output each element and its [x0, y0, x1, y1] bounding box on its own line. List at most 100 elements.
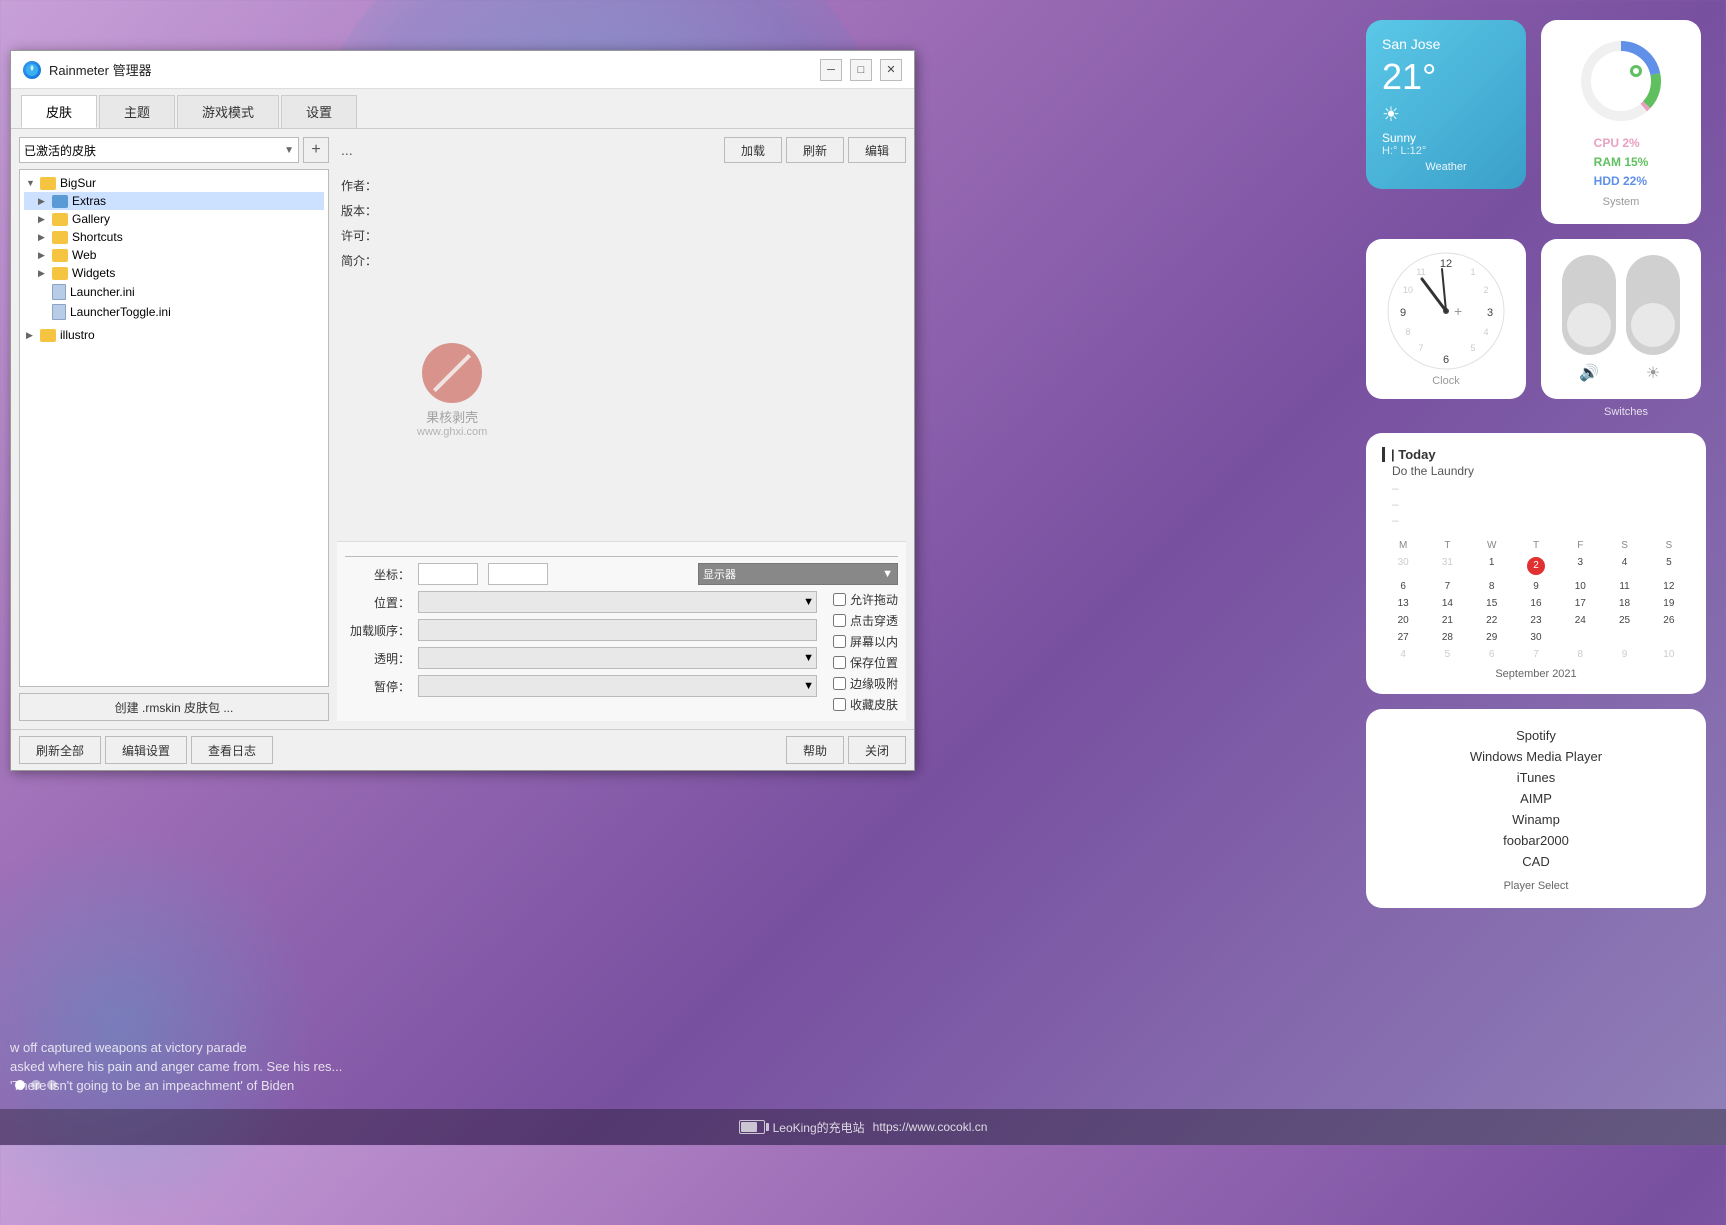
tree-item-illustro[interactable]: ▶ illustro: [24, 326, 324, 344]
position-select[interactable]: ▼: [418, 591, 817, 613]
player-aimp[interactable]: AIMP: [1382, 788, 1690, 809]
coord-y-input[interactable]: [488, 563, 548, 585]
plus-icon: +: [311, 141, 320, 159]
weather-condition: Sunny: [1382, 131, 1510, 145]
edit-settings-button[interactable]: 编辑设置: [105, 736, 187, 764]
dot-1[interactable]: [15, 1080, 25, 1090]
player-wmp[interactable]: Windows Media Player: [1382, 746, 1690, 767]
top-actions: ... 加载 刷新 编辑: [337, 137, 906, 163]
weather-high-low: H:° L:12°: [1382, 145, 1510, 157]
view-log-button[interactable]: 查看日志: [191, 736, 273, 764]
transparent-row: 透明： ▼: [345, 647, 817, 669]
app-icon: [23, 61, 41, 79]
volume-icon: 🔊: [1579, 363, 1599, 383]
watermark-icon: [422, 343, 482, 403]
player-winamp[interactable]: Winamp: [1382, 809, 1690, 830]
snap-edges-checkbox[interactable]: 边缘吸附: [833, 675, 898, 692]
system-stats: CPU 2% RAM 15% HDD 22%: [1594, 134, 1649, 192]
help-button[interactable]: 帮助: [786, 736, 844, 764]
expand-arrow-icon: ▶: [38, 214, 52, 225]
switch-knob: [1567, 303, 1611, 347]
dropdown-arrow-icon: ▼: [803, 680, 814, 692]
dot-2[interactable]: [31, 1080, 41, 1090]
dropdown-arrow-icon: ▼: [284, 145, 294, 156]
keep-on-screen-checkbox[interactable]: 屏幕以内: [833, 633, 898, 650]
favorite-skin-checkbox[interactable]: 收藏皮肤: [833, 696, 898, 713]
volume-switch[interactable]: [1562, 255, 1616, 355]
tab-settings[interactable]: 设置: [281, 95, 357, 128]
expand-arrow-icon: ▼: [26, 178, 40, 188]
today-label: | Today: [1382, 447, 1690, 462]
tree-item-web[interactable]: ▶ Web: [24, 246, 324, 264]
weather-widget: San Jose 21° ☀ Sunny H:° L:12° Weather: [1366, 20, 1526, 189]
refresh-button[interactable]: 刷新: [786, 137, 844, 163]
tab-skin[interactable]: 皮肤: [21, 95, 97, 128]
metadata-section: 作者： 版本： 许可： 简介：: [337, 169, 906, 357]
tree-item-widgets[interactable]: ▶ Widgets: [24, 264, 324, 282]
transparent-select[interactable]: ▼: [418, 647, 817, 669]
save-position-checkbox[interactable]: 保存位置: [833, 654, 898, 671]
coord-label: 坐标：: [345, 566, 410, 583]
svg-text:7: 7: [1418, 343, 1423, 353]
player-cad[interactable]: CAD: [1382, 851, 1690, 872]
refresh-all-button[interactable]: 刷新全部: [19, 736, 101, 764]
close-window-button[interactable]: 关闭: [848, 736, 906, 764]
edit-button[interactable]: 编辑: [848, 137, 906, 163]
player-spotify[interactable]: Spotify: [1382, 725, 1690, 746]
calendar-todo: | Today Do the Laundry – – –: [1382, 447, 1690, 528]
svg-text:4: 4: [1483, 327, 1488, 337]
add-skin-button[interactable]: +: [303, 137, 329, 163]
dot-3[interactable]: [47, 1080, 57, 1090]
tree-item-launcher-toggle-ini[interactable]: ▶ LauncherToggle.ini: [24, 302, 324, 322]
close-button[interactable]: ✕: [880, 59, 902, 81]
watermark: 果核剥壳 www.ghxi.com: [417, 343, 487, 438]
minimize-button[interactable]: ─: [820, 59, 842, 81]
tree-item-shortcuts[interactable]: ▶ Shortcuts: [24, 228, 324, 246]
ram-stat: RAM 15%: [1594, 153, 1649, 172]
calendar-dash-2: –: [1382, 496, 1690, 512]
skin-selector-row: 已激活的皮肤 ▼ +: [19, 137, 329, 163]
create-skin-pack-button[interactable]: 创建 .rmskin 皮肤包 ...: [19, 693, 329, 721]
tree-item-bigsur[interactable]: ▼ BigSur: [24, 174, 324, 192]
license-row: 许可：: [341, 227, 902, 244]
skin-dropdown[interactable]: 已激活的皮肤 ▼: [19, 137, 299, 163]
more-options-button[interactable]: ...: [337, 142, 720, 158]
window-footer: 刷新全部 编辑设置 查看日志 帮助 关闭: [11, 729, 914, 770]
svg-text:5: 5: [1470, 343, 1475, 353]
tab-theme[interactable]: 主题: [99, 95, 175, 128]
tab-game[interactable]: 游戏模式: [177, 95, 279, 128]
expand-arrow-icon: ▶: [38, 268, 52, 279]
calendar-dash-1: –: [1382, 480, 1690, 496]
tree-item-gallery[interactable]: ▶ Gallery: [24, 210, 324, 228]
click-through-checkbox[interactable]: 点击穿透: [833, 612, 898, 629]
load-order-input[interactable]: [418, 619, 817, 641]
expand-arrow-icon: ▶: [38, 196, 52, 207]
tree-item-launcher-ini[interactable]: ▶ Launcher.ini: [24, 282, 324, 302]
allow-drag-checkbox[interactable]: 允许拖动: [833, 591, 898, 608]
load-order-row: 加载顺序：: [345, 619, 817, 641]
monitor-select[interactable]: 显示器 ▼: [698, 563, 898, 585]
expand-arrow-icon: ▶: [38, 232, 52, 243]
tree-item-extras[interactable]: ▶ Extras: [24, 192, 324, 210]
transparent-label: 透明：: [345, 650, 410, 667]
clock-face: 12 3 6 9 1 2 4 5 7 8 10 11 +: [1386, 251, 1506, 371]
player-foobar[interactable]: foobar2000: [1382, 830, 1690, 851]
expand-arrow-icon: ▶: [38, 250, 52, 261]
maximize-button[interactable]: □: [850, 59, 872, 81]
widgets-row-2: 12 3 6 9 1 2 4 5 7 8 10 11 +: [1366, 239, 1706, 399]
pause-select[interactable]: ▼: [418, 675, 817, 697]
svg-text:1: 1: [1470, 267, 1475, 277]
player-itunes[interactable]: iTunes: [1382, 767, 1690, 788]
window-controls: ─ □ ✕: [820, 59, 902, 81]
player-widget: Spotify Windows Media Player iTunes AIMP…: [1366, 709, 1706, 908]
svg-text:11: 11: [1416, 267, 1425, 277]
load-button[interactable]: 加载: [724, 137, 782, 163]
calendar-dash-3: –: [1382, 512, 1690, 528]
svg-text:8: 8: [1405, 327, 1410, 337]
coord-x-input[interactable]: [418, 563, 478, 585]
bottom-bar-title: LeoKing的充电站: [773, 1119, 865, 1136]
position-row: 位置： ▼: [345, 591, 817, 613]
brightness-switch[interactable]: [1626, 255, 1680, 355]
folder-icon: [52, 213, 68, 226]
widgets-row-1: San Jose 21° ☀ Sunny H:° L:12° Weather: [1366, 20, 1706, 224]
